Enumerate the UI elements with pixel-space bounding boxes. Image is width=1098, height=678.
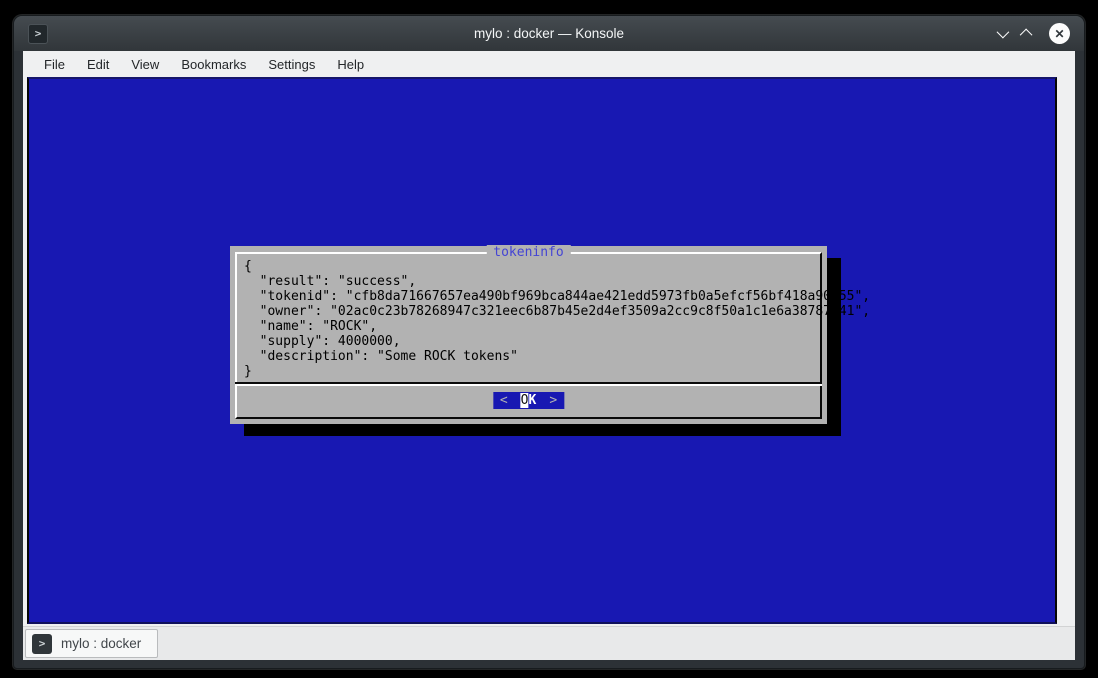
tabbar: > mylo : docker [23, 626, 1075, 660]
chevron-down-icon [997, 25, 1010, 38]
terminal-tab-icon: > [32, 634, 52, 654]
titlebar[interactable]: > mylo : docker — Konsole ✕ [14, 16, 1084, 51]
terminal-scrollbar[interactable] [1057, 77, 1071, 624]
tab-label: mylo : docker [61, 636, 141, 651]
close-button[interactable]: ✕ [1049, 23, 1070, 44]
konsole-window: > mylo : docker — Konsole ✕ File Edit Vi… [13, 15, 1085, 669]
ok-open-bracket: < [500, 393, 508, 408]
terminal-view[interactable]: tokeninfo { "result": "success", "tokeni… [27, 77, 1057, 624]
tokeninfo-dialog: tokeninfo { "result": "success", "tokeni… [230, 246, 827, 424]
konsole-app-icon: > [28, 24, 48, 44]
window-body: File Edit View Bookmarks Settings Help t… [23, 51, 1075, 660]
menu-help[interactable]: Help [326, 53, 375, 76]
menu-bookmarks[interactable]: Bookmarks [170, 53, 257, 76]
window-title: mylo : docker — Konsole [14, 26, 1084, 41]
chevron-up-icon [1020, 28, 1033, 41]
ok-label-rest: K [529, 393, 537, 408]
dialog-separator [235, 382, 822, 386]
maximize-button[interactable] [1023, 25, 1032, 43]
menu-view[interactable]: View [120, 53, 170, 76]
dialog-title: tokeninfo [486, 245, 570, 260]
dialog-json-text: { "result": "success", "tokenid": "cfb8d… [244, 259, 870, 379]
menu-edit[interactable]: Edit [76, 53, 120, 76]
ok-close-bracket: > [549, 393, 557, 408]
tab-mylo-docker[interactable]: > mylo : docker [25, 629, 158, 658]
ok-button[interactable]: < OK > [493, 392, 564, 409]
window-controls: ✕ [997, 23, 1070, 44]
menubar: File Edit View Bookmarks Settings Help [23, 51, 1075, 77]
minimize-button[interactable] [997, 25, 1006, 43]
menu-file[interactable]: File [33, 53, 76, 76]
ok-cursor-char: O [521, 393, 529, 408]
menu-settings[interactable]: Settings [257, 53, 326, 76]
